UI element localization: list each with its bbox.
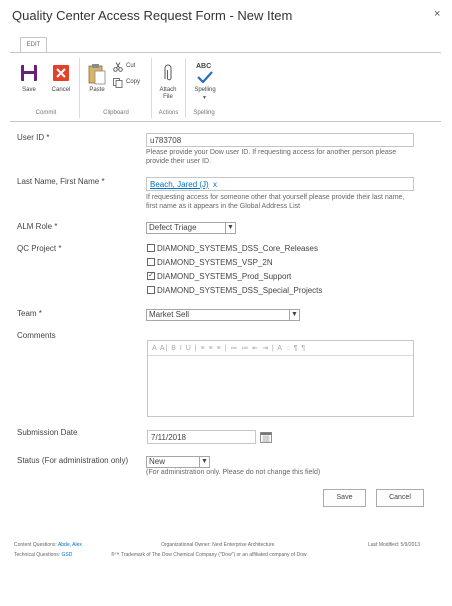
name-entity[interactable]: Beach, Jared (J) <box>150 180 209 189</box>
qc-project-option-label: DIAMOND_SYSTEMS_DSS_Core_Releases <box>157 244 318 253</box>
status-hint: (For administration only. Please do not … <box>146 469 321 476</box>
status-value: New <box>149 457 166 466</box>
dialog-title: Quality Center Access Request Form - New… <box>12 8 293 23</box>
cancel-ribbon-button[interactable]: Cancel <box>47 62 75 98</box>
alm-role-value: Defect Triage <box>149 223 197 232</box>
alm-role-label: ALM Role * <box>17 222 58 231</box>
qc-project-option[interactable]: DIAMOND_SYSTEMS_VSP_2N <box>147 257 273 267</box>
paste-label: Paste <box>89 87 105 93</box>
scissors-icon <box>113 62 123 72</box>
comments-toolbar: A A| B I U | ≡ ≡ ≡ | ≔ ≔ ⇤ ⇥ | A ◌ ¶ ¶ <box>148 341 413 356</box>
technical-questions-label: Technical Questions: <box>14 552 61 558</box>
qc-project-checkbox[interactable] <box>147 243 155 252</box>
qc-project-checkbox[interactable] <box>147 257 155 266</box>
spelling-abc-text: ABC <box>196 63 212 70</box>
spelling-button[interactable]: ABC Spelling ▼ <box>189 62 221 106</box>
save-icon <box>21 65 37 81</box>
user-id-hint: Please provide your Dow user ID. If requ… <box>146 149 397 165</box>
close-icon[interactable]: × <box>434 8 440 20</box>
attach-file-button[interactable]: Attach File <box>155 62 181 106</box>
team-value: Market Sell <box>149 310 190 319</box>
alm-role-select[interactable]: Defect Triage ▼ <box>146 222 236 234</box>
name-people-picker[interactable]: Beach, Jared (J) x <box>146 177 414 191</box>
chevron-down-icon: ▼ <box>199 457 209 467</box>
qc-project-checkbox[interactable] <box>147 285 155 294</box>
save-button[interactable]: Save <box>323 489 366 507</box>
qc-project-label: QC Project * <box>17 244 62 253</box>
technical-questions: Technical Questions: GSD <box>14 552 72 558</box>
qc-project-option-label: DIAMOND_SYSTEMS_Prod_Support <box>157 272 292 281</box>
content-questions-link[interactable]: Abde, Alex <box>58 542 82 548</box>
copy-label: Copy <box>126 79 141 85</box>
save-ribbon-label: Save <box>22 87 36 93</box>
qc-project-checkbox-checked[interactable]: ✓ <box>147 271 155 280</box>
team-select[interactable]: Market Sell ▼ <box>146 309 300 321</box>
comments-editor[interactable]: A A| B I U | ≡ ≡ ≡ | ≔ ≔ ⇤ ⇥ | A ◌ ¶ ¶ <box>147 340 414 417</box>
trademark-notice: ®™ Trademark of The Dow Chemical Company… <box>111 552 307 558</box>
cut-button[interactable]: Cut <box>113 62 143 72</box>
chevron-down-icon: ▼ <box>289 310 299 320</box>
cancel-ribbon-label: Cancel <box>51 87 71 93</box>
tab-edit[interactable]: EDIT <box>20 37 47 52</box>
copy-button[interactable]: Copy <box>113 78 147 88</box>
name-label: Last Name, First Name * <box>17 177 105 186</box>
paste-button[interactable]: Paste <box>84 62 110 98</box>
status-label: Status (For administration only) <box>17 456 129 465</box>
qc-project-option-label: DIAMOND_SYSTEMS_DSS_Special_Projects <box>157 286 323 295</box>
group-label-clipboard: Clipboard <box>103 110 129 116</box>
cancel-button[interactable]: Cancel <box>376 489 424 507</box>
qc-project-option-label: DIAMOND_SYSTEMS_VSP_2N <box>157 258 273 267</box>
group-label-actions: Actions <box>158 110 179 116</box>
paste-icon <box>88 64 106 85</box>
submission-date-input[interactable]: 7/11/2018 <box>147 430 256 444</box>
team-label: Team * <box>17 309 42 318</box>
group-label-spelling: Spelling <box>193 110 215 116</box>
remove-name-icon[interactable]: x <box>213 180 217 189</box>
content-questions-label: Content Questions: <box>14 542 57 548</box>
name-hint: If requesting access for someone other t… <box>146 194 405 210</box>
group-label-commit: Commit <box>35 110 57 116</box>
content-questions: Content Questions: Abde, Alex <box>14 542 82 548</box>
attach-file-label: Attach File <box>159 87 177 100</box>
calendar-icon[interactable] <box>260 431 272 443</box>
user-id-label: User ID * <box>17 133 50 142</box>
cancel-icon <box>53 65 69 81</box>
paperclip-icon <box>164 64 172 81</box>
spelling-label: Spelling <box>194 87 216 93</box>
chevron-down-icon: ▼ <box>202 95 207 101</box>
technical-questions-link[interactable]: GSD <box>62 552 73 558</box>
chevron-down-icon: ▼ <box>225 223 235 233</box>
submission-date-label: Submission Date <box>17 428 78 437</box>
user-id-input[interactable]: u783708 <box>146 133 414 147</box>
copy-icon <box>113 78 123 88</box>
qc-project-option[interactable]: DIAMOND_SYSTEMS_DSS_Core_Releases <box>147 243 318 253</box>
qc-project-option[interactable]: DIAMOND_SYSTEMS_DSS_Special_Projects <box>147 285 323 295</box>
cut-label: Cut <box>126 63 136 69</box>
organizational-owner: Organizational Owner: Next Enterprise Ar… <box>161 542 275 548</box>
status-select[interactable]: New ▼ <box>146 456 210 468</box>
save-ribbon-button[interactable]: Save <box>17 62 41 98</box>
qc-project-option[interactable]: ✓ DIAMOND_SYSTEMS_Prod_Support <box>147 271 292 281</box>
checkmark-icon <box>197 71 213 83</box>
comments-label: Comments <box>17 331 56 340</box>
last-modified: Last Modified: 5/9/2013 <box>368 542 420 548</box>
